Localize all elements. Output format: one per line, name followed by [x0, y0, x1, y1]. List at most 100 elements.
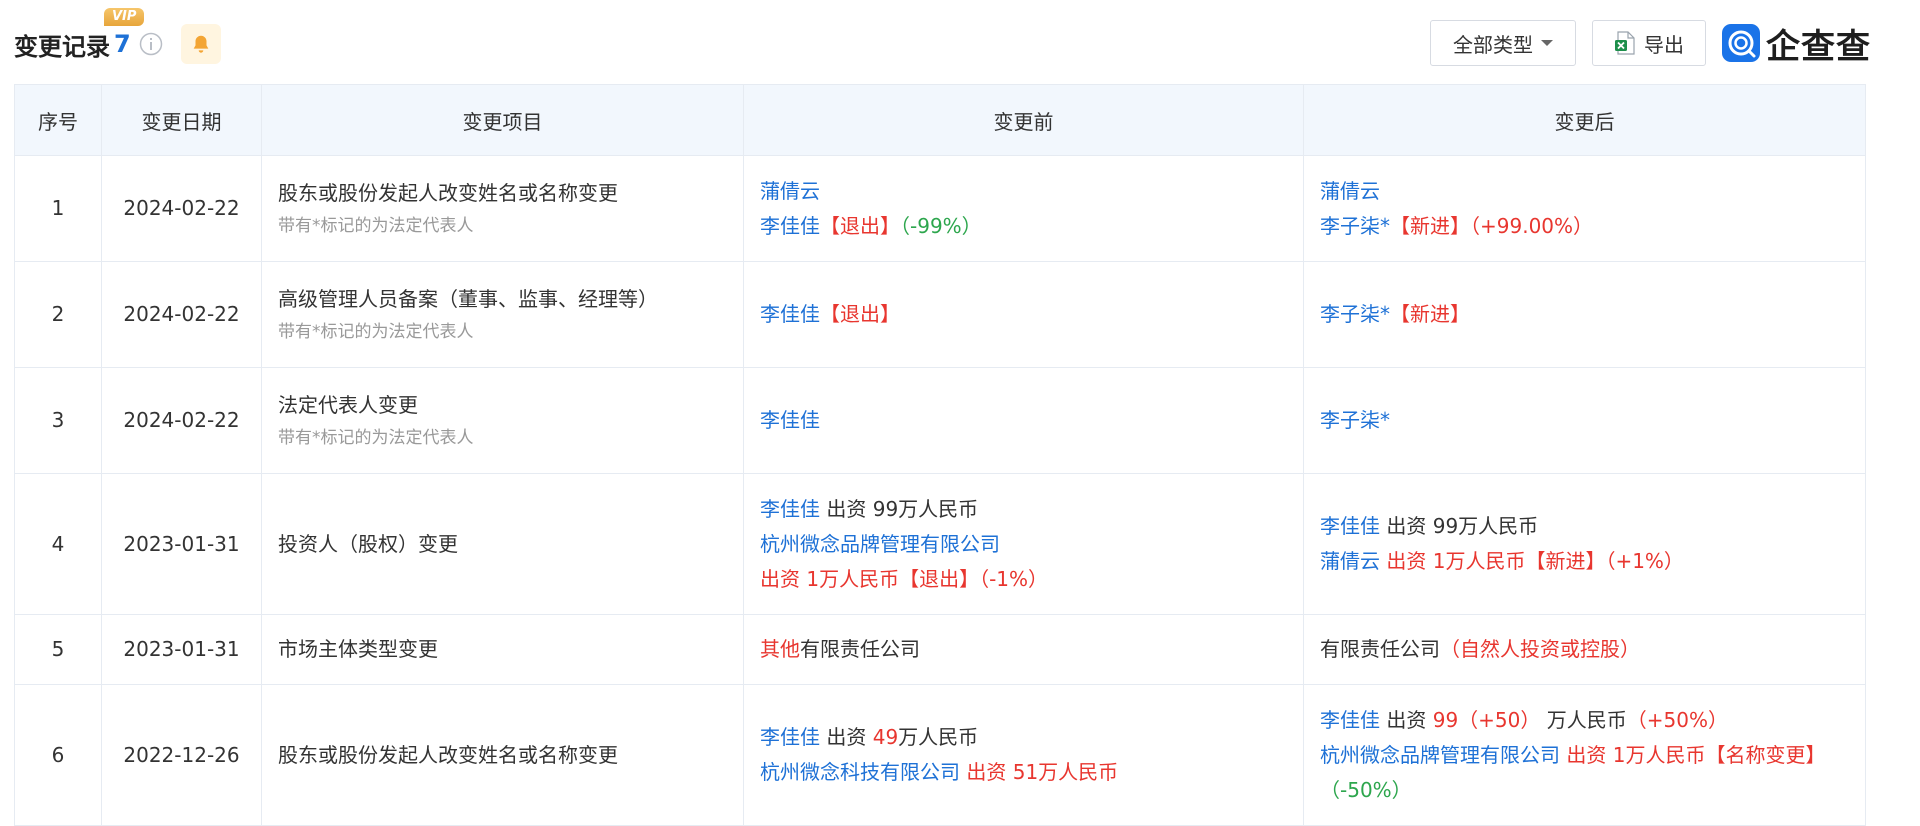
value-text: 出资 1万人民币【新进】（+1%） [1380, 549, 1684, 573]
after-value-cell: 李子柒* [1303, 367, 1866, 474]
row-index: 2 [14, 261, 102, 368]
change-item-label: 投资人（股权）变更 [278, 531, 458, 556]
row-index: 5 [14, 614, 102, 685]
value-line: 杭州微念品牌管理有限公司 出资 1万人民币【名称变更】 （-50%） [1320, 738, 1849, 808]
type-filter-dropdown[interactable]: 全部类型 [1430, 20, 1576, 66]
bell-button[interactable] [180, 24, 221, 64]
info-icon[interactable] [139, 32, 163, 56]
title-group: 变更记录 7 VIP [14, 8, 221, 66]
value-text: 有限责任公司 [1320, 637, 1440, 661]
before-value-cell: 其他有限责任公司 [743, 614, 1304, 685]
value-text: （+99.00%） [1470, 213, 1594, 238]
bell-icon [193, 35, 209, 53]
column-header-item: 变更项目 [261, 84, 744, 156]
entity-link[interactable]: 李佳佳 [760, 302, 820, 326]
record-count[interactable]: 7 [114, 30, 131, 58]
row-change-item: 高级管理人员备案（董事、监事、经理等） 带有*标记的为法定代表人 [261, 261, 744, 368]
logo-text: 企查查 [1766, 26, 1871, 67]
value-text: 【新进】 [1390, 302, 1470, 326]
change-item-label: 股东或股份发起人改变姓名或名称变更 [278, 742, 618, 767]
value-line: 李佳佳【退出】（-99%） [760, 209, 1287, 244]
column-header-before: 变更前 [743, 84, 1304, 156]
value-text: 万人民币 [898, 725, 979, 749]
value-line: 蒲倩云 [760, 174, 1287, 209]
after-value-cell: 李子柒*【新进】 [1303, 261, 1866, 368]
value-text: 出资 99万人民币 [820, 496, 979, 521]
row-date: 2024-02-22 [101, 155, 262, 262]
type-filter-label: 全部类型 [1453, 32, 1533, 57]
value-text: 【退出】 [820, 302, 900, 326]
row-date: 2024-02-22 [101, 261, 262, 368]
entity-link[interactable]: 蒲倩云 [1320, 549, 1380, 573]
value-text: 【新进】 [1390, 213, 1470, 238]
value-line: 蒲倩云 出资 1万人民币【新进】（+1%） [1320, 544, 1849, 579]
entity-link[interactable]: 李佳佳 [760, 497, 820, 521]
table-row: 2 2024-02-22 高级管理人员备案（董事、监事、经理等） 带有*标记的为法定代… [14, 261, 1866, 368]
column-header-index: 序号 [14, 84, 102, 156]
value-text: （自然人投资或控股） [1440, 637, 1640, 661]
entity-link[interactable]: 蒲倩云 [1320, 179, 1380, 203]
row-index: 6 [14, 684, 102, 826]
value-line: 李佳佳 出资 99万人民币 [1320, 509, 1849, 544]
value-line: 李子柒*【新进】（+99.00%） [1320, 209, 1849, 244]
after-value-cell: 李佳佳 出资 99（+50） 万人民币（+50%） 杭州微念品牌管理有限公司 出资… [1303, 684, 1866, 826]
before-value-cell: 李佳佳【退出】 [743, 261, 1304, 368]
entity-link[interactable]: 李佳佳 [1320, 514, 1380, 538]
row-date: 2023-01-31 [101, 614, 262, 685]
entity-link[interactable]: 李佳佳 [760, 725, 820, 749]
row-index: 1 [14, 155, 102, 262]
row-change-item: 股东或股份发起人改变姓名或名称变更 [261, 684, 744, 826]
export-button[interactable]: 导出 [1592, 20, 1706, 66]
table-header-row: 序号 变更日期 变更项目 变更前 变更后 [14, 84, 1866, 156]
value-text: 出资 1万人民币【退出】（-1%） [760, 566, 1049, 591]
value-line: 李佳佳 出资 99（+50） 万人民币（+50%） [1320, 703, 1849, 738]
change-records-table: 序号 变更日期 变更项目 变更前 变更后 1 2024-02-22 股东或股份发起人… [14, 84, 1866, 826]
entity-link[interactable]: 杭州微念品牌管理有限公司 [760, 532, 1000, 556]
entity-link[interactable]: 李佳佳 [760, 408, 820, 432]
legal-rep-note: 带有*标记的为法定代表人 [278, 428, 474, 448]
entity-link[interactable]: 杭州微念品牌管理有限公司 [1320, 743, 1560, 767]
row-date: 2024-02-22 [101, 367, 262, 474]
value-line: 李佳佳【退出】 [760, 297, 1287, 332]
qichacha-logo-icon [1722, 24, 1760, 62]
row-date: 2023-01-31 [101, 473, 262, 615]
entity-link[interactable]: 杭州微念科技有限公司 [760, 760, 960, 784]
value-line: 其他有限责任公司 [760, 632, 1287, 667]
value-text: 出资 [820, 725, 873, 749]
value-line: 蒲倩云 [1320, 174, 1849, 209]
before-value-cell: 蒲倩云李佳佳【退出】（-99%） [743, 155, 1304, 262]
entity-link[interactable]: 李子柒* [1320, 214, 1390, 238]
before-value-cell: 李佳佳 [743, 367, 1304, 474]
entity-link[interactable]: 蒲倩云 [760, 179, 820, 203]
value-text: 出资 51万人民币 [960, 760, 1119, 784]
entity-link[interactable]: 李佳佳 [1320, 708, 1380, 732]
entity-link[interactable]: 李子柒* [1320, 408, 1390, 432]
export-label: 导出 [1644, 32, 1684, 57]
value-text: （-99%） [900, 213, 982, 238]
value-line: 杭州微念科技有限公司 出资 51万人民币 [760, 755, 1287, 790]
legal-rep-note: 带有*标记的为法定代表人 [278, 322, 474, 342]
after-value-cell: 有限责任公司（自然人投资或控股） [1303, 614, 1866, 685]
value-text: 出资 [1380, 707, 1433, 732]
value-text: 出资 1万人民币【名称变更】 [1560, 742, 1826, 767]
entity-link[interactable]: 李佳佳 [760, 214, 820, 238]
excel-icon [1615, 31, 1635, 55]
qichacha-logo: 企查查 [1722, 20, 1871, 67]
column-header-date: 变更日期 [101, 84, 262, 156]
table-row: 1 2024-02-22 股东或股份发起人改变姓名或名称变更带有*标记的为法定代表人… [14, 155, 1866, 262]
change-item-label: 股东或股份发起人改变姓名或名称变更 [278, 181, 618, 205]
entity-link[interactable]: 李子柒* [1320, 302, 1390, 326]
value-line: 李佳佳 [760, 403, 1287, 438]
value-text: 99（+50） [1432, 707, 1541, 732]
column-header-after: 变更后 [1303, 84, 1866, 156]
value-text: 万人民币 [1540, 707, 1627, 732]
legal-rep-note: 带有*标记的为法定代表人 [278, 216, 474, 236]
value-line: 有限责任公司（自然人投资或控股） [1320, 632, 1849, 667]
value-text: （-50%） [1320, 777, 1412, 802]
value-line: 李佳佳 出资 99万人民币 [760, 492, 1287, 527]
value-text: 出资 99万人民币 [1380, 514, 1539, 538]
before-value-cell: 李佳佳 出资 99万人民币杭州微念品牌管理有限公司 出资 1万人民币【退出】（-… [743, 473, 1304, 615]
page-header: 变更记录 7 VIP 全部类型 导出 企查查 [0, 0, 1920, 86]
value-line: 李佳佳 出资 49万人民币 [760, 720, 1287, 755]
row-change-item: 投资人（股权）变更 [261, 473, 744, 615]
